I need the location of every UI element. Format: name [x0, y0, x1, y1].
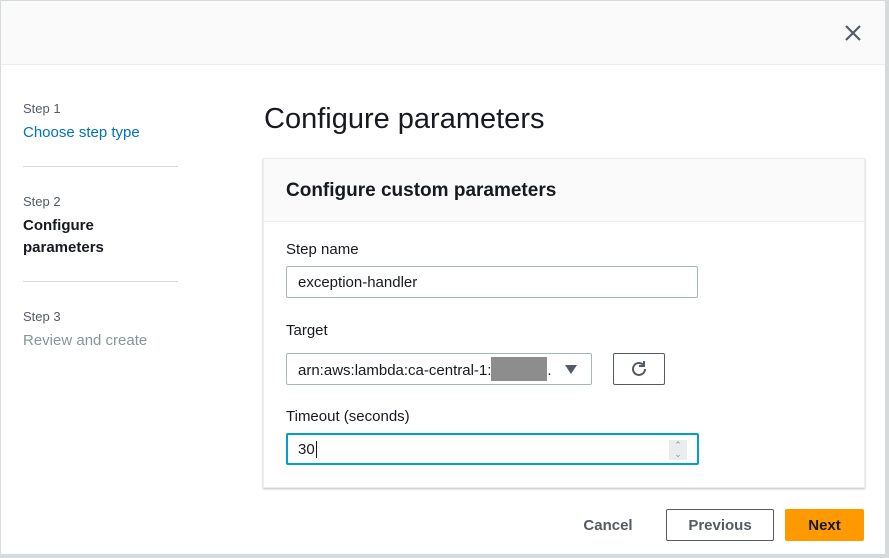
target-suffix: . [547, 361, 552, 379]
step-name-input[interactable]: exception-handler [286, 266, 698, 298]
step-3: Step 3 Review and create [23, 309, 178, 374]
step-1: Step 1 Choose step type [23, 101, 178, 167]
target-select[interactable]: arn:aws:lambda:ca-central-1:. [286, 353, 592, 385]
next-button[interactable]: Next [785, 509, 864, 541]
modal-header [1, 1, 885, 65]
timeout-value: 30 [298, 441, 315, 458]
page-title: Configure parameters [264, 103, 545, 135]
caret-down-icon [565, 365, 577, 374]
custom-parameters-panel: Configure custom parameters Step name ex… [263, 158, 865, 488]
text-cursor [315, 441, 317, 458]
cancel-button[interactable]: Cancel [571, 509, 645, 541]
step-link-choose-type[interactable]: Choose step type [23, 122, 178, 144]
close-icon[interactable] [841, 21, 865, 45]
previous-button[interactable]: Previous [666, 509, 774, 541]
panel-title: Configure custom parameters [264, 159, 864, 222]
target-value: arn:aws:lambda:ca-central-1: [298, 361, 492, 379]
target-label: Target [286, 322, 328, 339]
wizard-modal: Step 1 Choose step type Step 2 Configure p… [0, 0, 886, 555]
step-disabled-label: Review and create [23, 332, 148, 349]
step-name-label: Step name [286, 241, 359, 258]
step-number: Step 2 [23, 194, 61, 209]
refresh-button[interactable] [613, 353, 665, 385]
step-2: Step 2 Configure parameters [23, 194, 178, 282]
step-number: Step 3 [23, 309, 61, 324]
step-current-label: Configure parameters [23, 217, 104, 256]
refresh-icon [632, 361, 646, 376]
redacted-account-id [491, 357, 548, 381]
step-number: Step 1 [23, 101, 61, 116]
timeout-input[interactable]: 30 ⌃ ⌄ [286, 433, 699, 465]
timeout-label: Timeout (seconds) [286, 408, 410, 425]
step-navigation: Step 1 Choose step type Step 2 Configure p… [23, 101, 178, 401]
number-stepper-icon[interactable]: ⌃ ⌄ [669, 440, 687, 460]
